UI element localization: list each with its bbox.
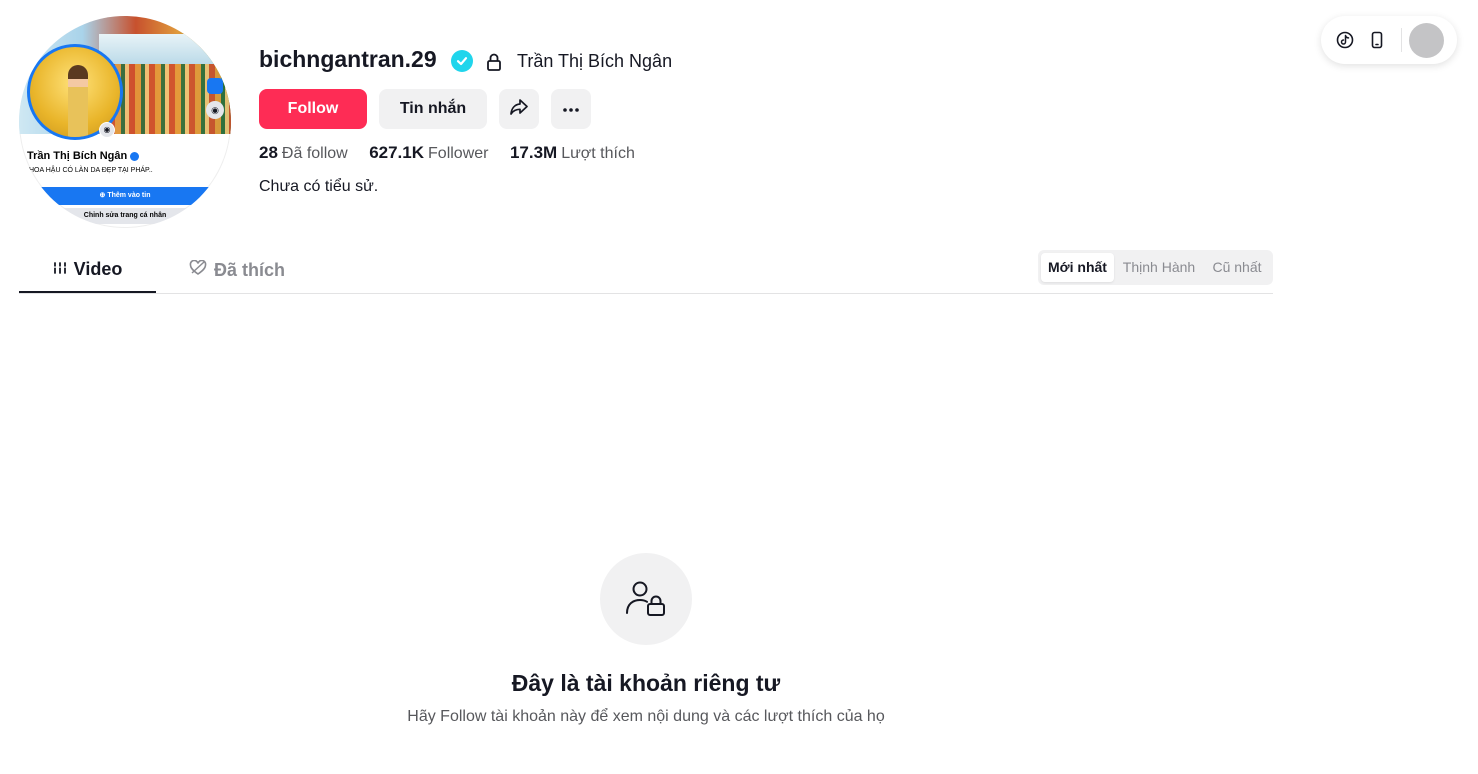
camera-icon: ◉ bbox=[206, 101, 224, 119]
sort-popular[interactable]: Thịnh Hành bbox=[1118, 253, 1200, 282]
stat-followers[interactable]: 627.1K Follower bbox=[369, 143, 488, 163]
divider bbox=[1401, 28, 1402, 52]
top-right-controls bbox=[1321, 16, 1457, 64]
more-icon bbox=[561, 100, 581, 118]
avatar-edit-profile: Chỉnh sửa trang cá nhân bbox=[19, 208, 231, 224]
profile-stats: 28 Đã follow 627.1K Follower 17.3M Lượt thí… bbox=[259, 143, 652, 163]
profile-avatar[interactable]: ◉ ◉ Trần Thị Bích Ngân HOA HẬU CÓ LÀN DA… bbox=[19, 16, 231, 228]
username: bichngantran.29 bbox=[259, 46, 437, 72]
tiktok-icon[interactable] bbox=[1335, 30, 1355, 50]
follow-button[interactable]: Follow bbox=[259, 89, 367, 129]
phone-icon[interactable] bbox=[1367, 30, 1387, 50]
liked-icon bbox=[189, 259, 214, 281]
camera-icon: ◉ bbox=[99, 122, 115, 138]
avatar-subtitle: HOA HẬU CÓ LÀN DA ĐẸP TẠI PHÁP.. bbox=[29, 167, 153, 174]
message-button[interactable]: Tin nhắn bbox=[379, 89, 487, 129]
bio: Chưa có tiểu sử. bbox=[259, 178, 379, 195]
tab-video[interactable]: Video bbox=[19, 248, 156, 293]
share-icon bbox=[508, 96, 530, 123]
display-name: Trần Thị Bích Ngân bbox=[517, 51, 673, 71]
share-button[interactable] bbox=[499, 89, 539, 129]
user-avatar[interactable] bbox=[1409, 23, 1444, 58]
verified-icon bbox=[451, 50, 473, 72]
tab-liked[interactable]: Đã thích bbox=[189, 248, 285, 293]
album-icon bbox=[207, 78, 223, 94]
lock-icon bbox=[485, 52, 503, 77]
private-account-description: Hãy Follow tài khoản này để xem nội dung… bbox=[407, 708, 885, 725]
stat-likes: 17.3M Lượt thích bbox=[509, 143, 635, 162]
more-options-button[interactable] bbox=[551, 89, 591, 129]
avatar-name: Trần Thị Bích Ngân bbox=[27, 150, 140, 162]
grid-icon bbox=[52, 259, 74, 280]
sort-selector: Mới nhất Thịnh Hành Cũ nhất bbox=[1038, 250, 1273, 285]
sort-latest[interactable]: Mới nhất bbox=[1041, 253, 1114, 282]
avatar-add-story: ⊕ Thêm vào tin bbox=[19, 187, 231, 205]
private-account-icon-wrapper bbox=[600, 553, 692, 645]
sort-oldest[interactable]: Cũ nhất bbox=[1204, 253, 1270, 282]
verified-icon bbox=[130, 151, 140, 161]
private-account-title: Đây là tài khoản riêng tư bbox=[511, 670, 781, 696]
stat-following[interactable]: 28 Đã follow bbox=[259, 143, 348, 163]
